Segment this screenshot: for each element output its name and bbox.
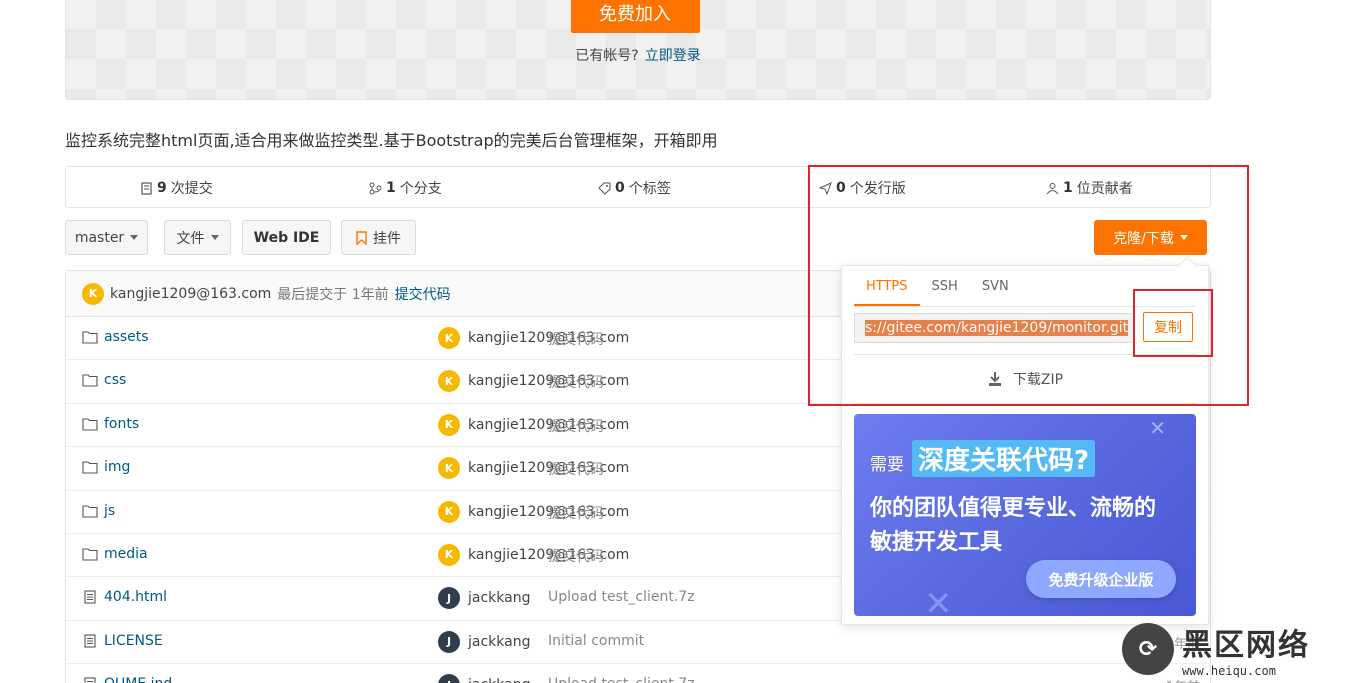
file-commit-message[interactable]: Initial commit — [548, 633, 644, 649]
avatar: K — [438, 457, 460, 480]
avatar: J — [438, 674, 460, 683]
commit-message-link[interactable]: 提交代码 — [395, 284, 451, 304]
stat-branches[interactable]: 1 个分支 — [369, 178, 442, 198]
folder-icon — [82, 461, 98, 474]
commit-time: 最后提交于 1年前 — [277, 286, 389, 303]
file-name-link[interactable]: assets — [82, 329, 149, 345]
tag-icon — [598, 182, 611, 195]
file-commit-message[interactable]: 提交代码 — [548, 416, 604, 436]
login-prompt: 已有帐号? 立即登录 — [575, 48, 701, 64]
file-commit-message[interactable]: 提交代码 — [548, 372, 604, 392]
file-commit-message[interactable]: 提交代码 — [548, 503, 604, 523]
login-link[interactable]: 立即登录 — [645, 48, 701, 64]
stat-tags[interactable]: 0 个标签 — [598, 178, 671, 198]
web-ide-button[interactable]: Web IDE — [242, 220, 331, 255]
avatar: J — [438, 630, 460, 653]
file-commit-message[interactable]: Upload test_client.7z — [548, 589, 695, 605]
avatar: K — [438, 500, 460, 523]
highlight-box — [808, 165, 1249, 406]
commit-icon — [141, 181, 152, 195]
file-commit-message[interactable]: Upload test_client.7z — [548, 676, 695, 683]
file-icon — [84, 634, 96, 648]
file-name-link[interactable]: js — [82, 503, 115, 519]
file-name-link[interactable]: css — [82, 372, 126, 388]
logo-icon: ⟳ — [1122, 623, 1174, 675]
avatar: K — [438, 370, 460, 393]
highlight-box — [1133, 289, 1213, 357]
files-dropdown[interactable]: 文件 — [164, 220, 231, 255]
file-name-link[interactable]: LICENSE — [82, 633, 163, 649]
signup-banner: 免费加入 已有帐号? 立即登录 — [65, 0, 1211, 100]
file-name-link[interactable]: QUME.ind — [82, 676, 172, 683]
avatar: J — [438, 587, 460, 610]
folder-icon — [82, 331, 98, 344]
file-commit-message[interactable]: 提交代码 — [548, 459, 604, 479]
avatar: K — [438, 543, 460, 566]
branch-select[interactable]: master — [65, 220, 148, 255]
plus-icon: ✕ — [924, 584, 953, 616]
upgrade-enterprise-button[interactable]: 免费升级企业版 — [1026, 560, 1176, 598]
widget-button[interactable]: 挂件 — [341, 220, 416, 255]
caret-down-icon — [210, 235, 219, 240]
stat-commits[interactable]: 9 次提交 — [140, 178, 213, 198]
folder-icon — [82, 548, 98, 561]
file-name-link[interactable]: img — [82, 459, 130, 475]
branch-icon — [369, 182, 382, 194]
table-row[interactable]: QUME.indJjackkangUpload test_client.7z1年… — [66, 664, 1210, 683]
file-commit-message[interactable]: 提交代码 — [548, 329, 604, 349]
site-watermark: ⟳ 黑区网络 www.heiqu.com — [1122, 615, 1356, 683]
table-row[interactable]: LICENSE Jjackkang Initial commit 1年前 — [66, 621, 1210, 665]
file-commit-message[interactable]: 提交代码 — [548, 546, 604, 566]
commit-author[interactable]: kangjie1209@163.com — [110, 286, 271, 302]
folder-icon — [82, 374, 98, 387]
file-author[interactable]: Jjackkang — [438, 630, 530, 653]
file-name-link[interactable]: fonts — [82, 416, 139, 432]
join-free-button[interactable]: 免费加入 — [570, 0, 700, 33]
file-author[interactable]: Jjackkang — [438, 587, 530, 610]
enterprise-ad-banner[interactable]: ✕ 需要 深度关联代码? 你的团队值得更专业、流畅的 敏捷开发工具 ✕ 免费升级… — [854, 414, 1196, 616]
bookmark-icon — [356, 230, 367, 245]
repo-description: 监控系统完整html页面,适合用来做监控类型.基于Bootstrap的完美后台管… — [65, 131, 718, 150]
file-author[interactable]: Jjackkang — [438, 674, 530, 683]
folder-icon — [82, 418, 98, 431]
sparkle-icon: ✕ — [1149, 416, 1166, 440]
file-icon — [84, 590, 96, 604]
file-icon — [84, 677, 96, 683]
avatar[interactable]: K — [82, 282, 104, 305]
file-name-link[interactable]: 404.html — [82, 589, 167, 605]
folder-icon — [82, 505, 98, 518]
avatar: K — [438, 413, 460, 436]
file-name-link[interactable]: media — [82, 546, 148, 562]
avatar: K — [438, 327, 460, 349]
caret-down-icon — [130, 235, 139, 240]
